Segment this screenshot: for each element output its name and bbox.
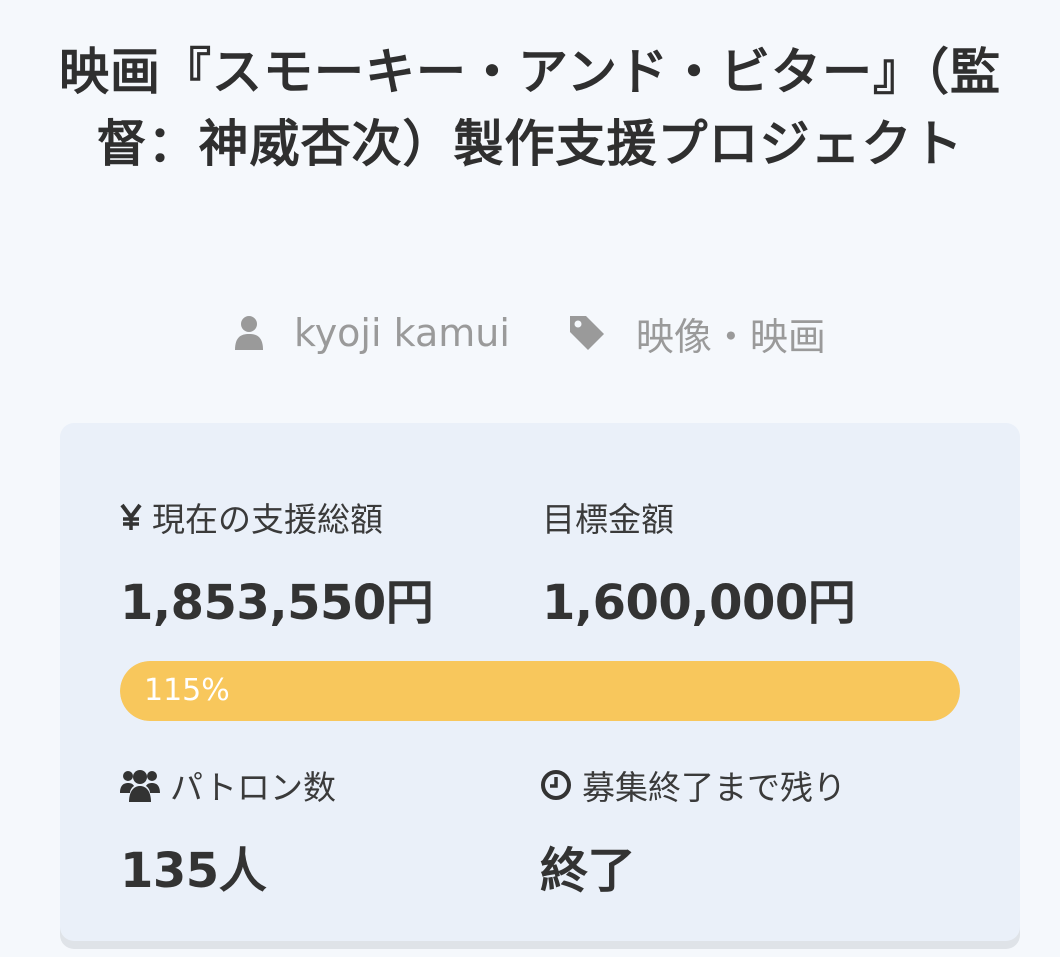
- remaining-label: 募集終了まで残り: [540, 761, 846, 809]
- patrons-label-text: パトロン数: [170, 768, 336, 807]
- remaining-label-text: 募集終了まで残り: [582, 768, 846, 807]
- raised-amount: 1,853,550円: [120, 575, 434, 631]
- project-meta: kyoji kamui 映像・映画: [0, 305, 1060, 361]
- raised-label: 現在の支援総額: [120, 493, 383, 541]
- patrons-count: 135人: [120, 843, 267, 899]
- goal-label: 目標金額: [542, 493, 674, 541]
- author-name: kyoji kamui: [294, 311, 510, 355]
- progress-percent: 115%: [144, 673, 230, 708]
- tag-icon: [569, 316, 604, 350]
- author-link[interactable]: kyoji kamui: [234, 311, 510, 355]
- progress-bar: 115%: [120, 661, 960, 721]
- category-link[interactable]: 映像・映画: [568, 306, 826, 361]
- yen-icon: [120, 503, 142, 530]
- remaining-value: 終了: [540, 843, 636, 899]
- goal-label-text: 目標金額: [542, 500, 674, 539]
- user-icon: [235, 316, 264, 350]
- raised-label-text: 現在の支援総額: [152, 500, 383, 539]
- users-icon: [120, 770, 160, 802]
- category-name: 映像・映画: [635, 314, 826, 359]
- project-title: 映画『スモーキー・アンド・ビター』（監督：神威杏次）製作支援プロジェクト: [59, 43, 1001, 173]
- clock-icon: [541, 770, 571, 800]
- progress-bar-fill: [120, 661, 960, 721]
- goal-amount: 1,600,000円: [542, 575, 856, 631]
- funding-stats-card: 現在の支援総額 1,853,550円 目標金額 1,600,000円 115% …: [60, 423, 1020, 941]
- project-page: 映画『スモーキー・アンド・ビター』（監督：神威杏次）製作支援プロジェクト kyo…: [0, 0, 1060, 957]
- patrons-label: パトロン数: [120, 761, 336, 809]
